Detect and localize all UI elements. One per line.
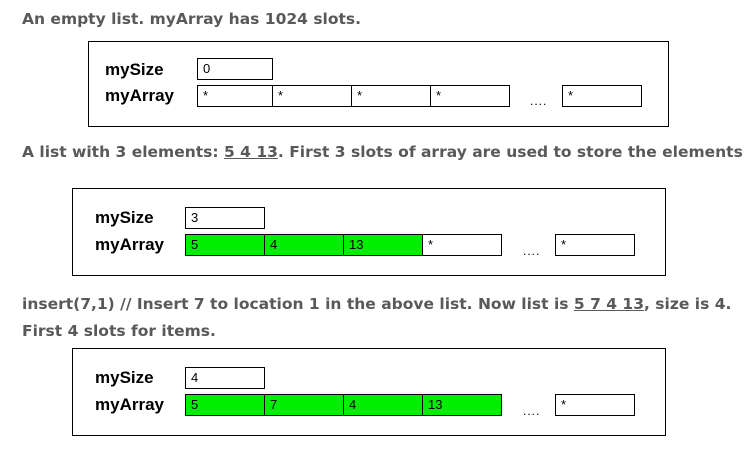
array-slot-3: * [430,85,510,107]
array-slot-2: 4 [343,394,423,416]
my-size-label: mySize [95,208,154,227]
ellipsis: .... [523,244,541,258]
array-slot-2: 13 [343,234,423,256]
diagram-three-elements: mySize 3 myArray 5 4 13 * .... * [72,188,666,276]
ellipsis: .... [523,404,541,418]
array-slot-0: * [197,85,273,107]
array-slot-0: 5 [185,394,265,416]
array-last-slot: * [555,234,635,256]
caption-empty-list: An empty list. myArray has 1024 slots. [22,8,361,30]
array-slot-2: * [351,85,431,107]
diagram-empty-list: mySize 0 myArray * * * * .... * [88,41,669,127]
my-size-value: 3 [185,207,265,229]
caption-insert-suffix: , size is 4. [644,295,732,313]
array-last-slot: * [562,85,642,107]
ellipsis: .... [530,94,548,108]
diagram-after-insert: mySize 4 myArray 5 7 4 13 .... * [72,348,666,436]
array-slot-0: 5 [185,234,265,256]
my-array-label: myArray [95,395,164,414]
my-size-label: mySize [95,368,154,387]
my-size-value: 0 [197,58,273,80]
array-slot-3: * [422,234,502,256]
caption-three-elements-list: 5 4 13 [223,143,278,161]
caption-empty-list-text: An empty list. myArray has 1024 slots. [22,10,362,28]
my-array-label: myArray [105,86,174,105]
caption-insert-prefix: insert(7,1) // Insert 7 to location 1 in… [22,295,574,313]
array-slot-1: 4 [264,234,344,256]
caption-three-elements: A list with 3 elements: 5 4 13. First 3 … [22,141,743,163]
array-slot-3: 13 [422,394,502,416]
caption-insert-line2: First 4 slots for items. [22,322,216,340]
my-size-label: mySize [105,60,164,79]
my-array-label: myArray [95,235,164,254]
array-slot-1: * [272,85,352,107]
array-last-slot: * [555,394,635,416]
array-slot-1: 7 [264,394,344,416]
my-size-value: 4 [185,367,265,389]
caption-three-elements-prefix: A list with 3 elements: [22,143,224,161]
caption-insert: insert(7,1) // Insert 7 to location 1 in… [22,293,731,315]
caption-three-elements-suffix: . First 3 slots of array are used to sto… [277,143,743,161]
caption-insert-list: 5 7 4 13 [573,295,645,313]
